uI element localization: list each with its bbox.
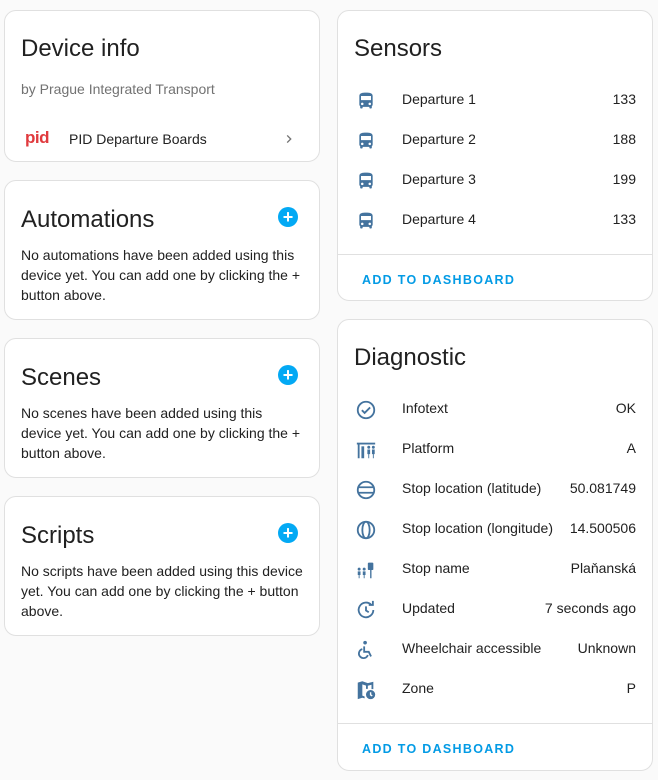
diagnostic-row[interactable]: Stop location (latitude) 50.081749 [338, 468, 652, 508]
diagnostic-row[interactable]: Platform A [338, 428, 652, 468]
diagnostic-label: Stop location (longitude) [402, 520, 553, 536]
latitude-icon [354, 478, 378, 502]
sensors-card: Sensors Departure 1 133 Departure 2 188 … [337, 10, 653, 301]
sensor-value: 188 [612, 131, 636, 147]
diagnostic-value: Unknown [577, 640, 636, 656]
device-info-card: Device info by Prague Integrated Transpo… [4, 10, 320, 162]
sensor-value: 133 [612, 211, 636, 227]
diagnostic-value: 50.081749 [569, 480, 636, 496]
map-clock-icon [354, 678, 378, 702]
diagnostic-value: Plaňanská [570, 560, 636, 576]
add-scene-button[interactable]: + [278, 365, 298, 385]
diagnostic-label: Zone [402, 680, 434, 696]
sensor-row[interactable]: Departure 2 188 [338, 119, 652, 159]
diagnostic-value: OK [615, 400, 636, 416]
platform-icon [354, 438, 378, 462]
scripts-empty-text: No scripts have been added using this de… [21, 563, 303, 619]
bus-icon [354, 89, 378, 113]
integration-link[interactable]: pid PID Departure Boards [5, 119, 319, 159]
add-script-button[interactable]: + [278, 523, 298, 543]
chevron-right-icon [281, 131, 297, 147]
automations-card: Automations + No automations have been a… [4, 180, 320, 320]
scripts-card: Scripts + No scripts have been added usi… [4, 496, 320, 636]
diagnostic-value: 14.500506 [569, 520, 636, 536]
divider [338, 254, 652, 255]
automations-empty-text: No automations have been added using thi… [21, 247, 301, 303]
diagnostic-row[interactable]: Stop name Plaňanská [338, 548, 652, 588]
diagnostic-label: Updated [402, 600, 455, 616]
sensor-label: Departure 3 [402, 171, 476, 187]
sensor-row[interactable]: Departure 4 133 [338, 199, 652, 239]
device-info-title: Device info [21, 35, 140, 62]
sensor-label: Departure 1 [402, 91, 476, 107]
automations-title: Automations [21, 206, 155, 233]
diagnostic-row[interactable]: Stop location (longitude) 14.500506 [338, 508, 652, 548]
bus-icon [354, 129, 378, 153]
add-automation-button[interactable]: + [278, 207, 298, 227]
wheelchair-icon [354, 638, 378, 662]
update-icon [354, 598, 378, 622]
diagnostic-card: Diagnostic Infotext OK Platform A Stop l… [337, 319, 653, 771]
scenes-empty-text: No scenes have been added using this dev… [21, 405, 301, 461]
scenes-card: Scenes + No scenes have been added using… [4, 338, 320, 478]
manufacturer-text: by Prague Integrated Transport [21, 81, 215, 97]
integration-link-label: PID Departure Boards [69, 131, 207, 147]
sensor-label: Departure 4 [402, 211, 476, 227]
diagnostic-value: P [626, 680, 636, 696]
check-circle-icon [354, 398, 378, 422]
diagnostic-add-to-dashboard-button[interactable]: ADD TO DASHBOARD [362, 742, 515, 756]
diagnostic-label: Stop location (latitude) [402, 480, 542, 496]
longitude-icon [354, 518, 378, 542]
diagnostic-row[interactable]: Infotext OK [338, 388, 652, 428]
scripts-title: Scripts [21, 522, 95, 549]
divider [338, 723, 652, 724]
diagnostic-label: Infotext [402, 400, 448, 416]
diagnostic-label: Platform [402, 440, 455, 456]
diagnostic-value: 7 seconds ago [544, 600, 636, 616]
diagnostic-row[interactable]: Zone P [338, 668, 652, 708]
bus-icon [354, 169, 378, 193]
sensor-row[interactable]: Departure 1 133 [338, 79, 652, 119]
sensor-value: 199 [612, 171, 636, 187]
diagnostic-row[interactable]: Updated 7 seconds ago [338, 588, 652, 628]
sensors-title: Sensors [354, 35, 443, 62]
sensor-value: 133 [612, 91, 636, 107]
scenes-title: Scenes [21, 364, 102, 391]
sensors-add-to-dashboard-button[interactable]: ADD TO DASHBOARD [362, 273, 515, 287]
diagnostic-row[interactable]: Wheelchair accessible Unknown [338, 628, 652, 668]
bus-icon [354, 209, 378, 233]
sensor-label: Departure 2 [402, 131, 476, 147]
pid-logo: pid [25, 128, 50, 147]
bus-stop-icon [354, 558, 378, 582]
diagnostic-label: Wheelchair accessible [402, 640, 542, 656]
diagnostic-title: Diagnostic [354, 344, 467, 371]
sensor-row[interactable]: Departure 3 199 [338, 159, 652, 199]
diagnostic-value: A [626, 440, 636, 456]
diagnostic-label: Stop name [402, 560, 470, 576]
